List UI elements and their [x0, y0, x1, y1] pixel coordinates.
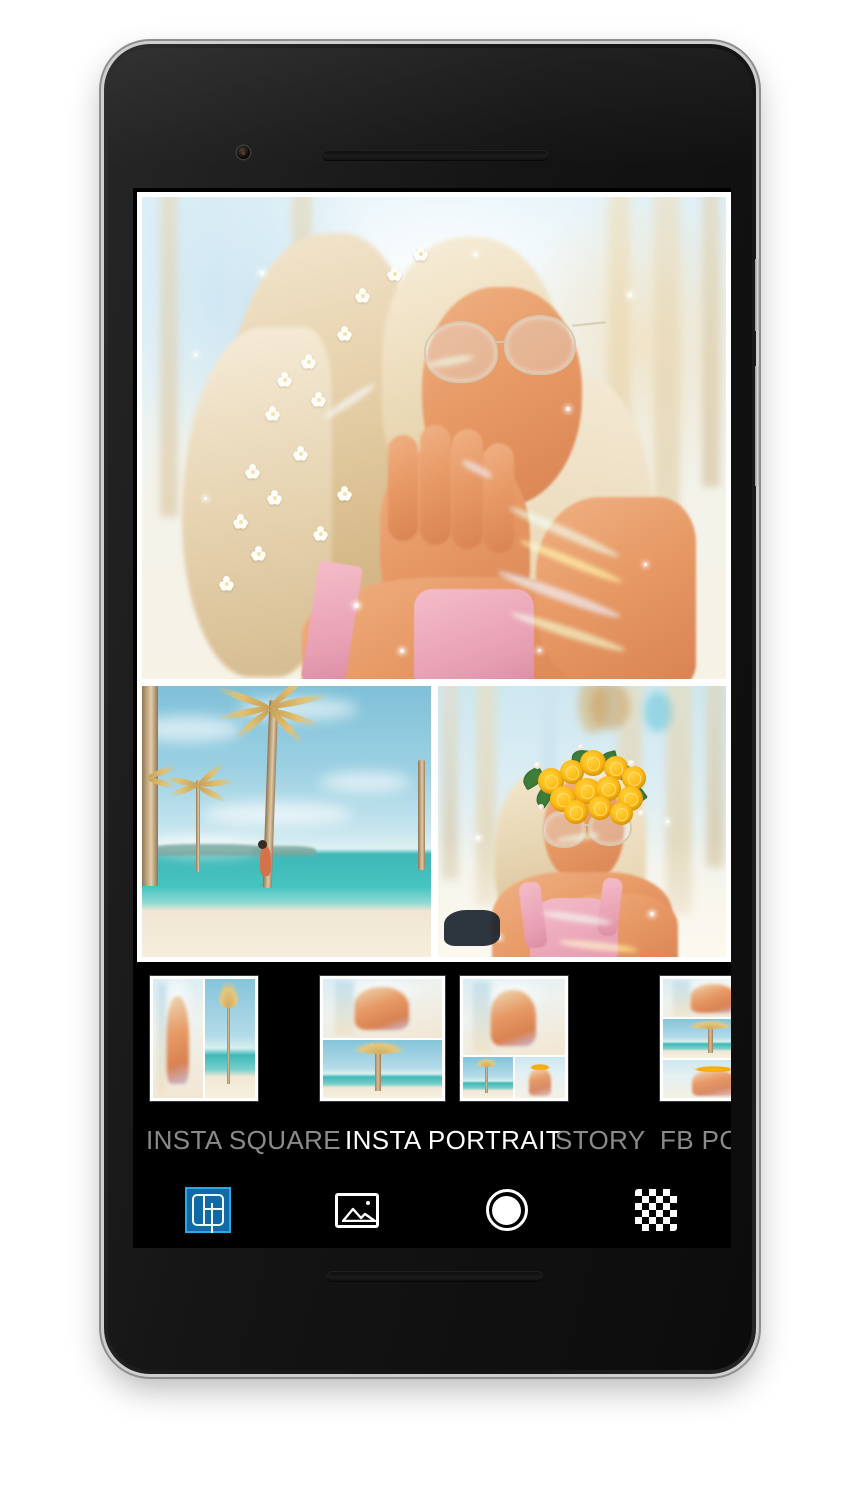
checker-square	[656, 1210, 664, 1217]
thumb-layout-preview	[463, 979, 565, 1098]
image-frame-icon[interactable]	[333, 1186, 381, 1234]
collage-bottom-row	[142, 686, 726, 957]
thumb-cell	[153, 979, 203, 1098]
checker-square	[656, 1224, 664, 1231]
app-screen: INSTA SQUARE INSTA PORTRAIT STORY FB POS…	[133, 188, 731, 1248]
layout-grid-icon[interactable]	[184, 1186, 232, 1234]
phone-device: INSTA SQUARE INSTA PORTRAIT STORY FB POS…	[104, 44, 760, 1374]
collage-cell-bottom-right[interactable]	[437, 686, 726, 957]
checker-square	[670, 1203, 678, 1210]
earpiece-speaker-icon	[322, 150, 548, 161]
volume-button[interactable]	[755, 366, 760, 486]
checker-square	[635, 1196, 643, 1203]
thumb-cell	[515, 1057, 565, 1098]
toolbar-label-layout: Layout	[182, 1245, 234, 1248]
checker-square	[670, 1189, 678, 1196]
thumb-cell	[663, 1019, 731, 1058]
checker-square	[656, 1203, 664, 1210]
photo-portrait-girl-glasses-white-flowers	[142, 197, 726, 679]
checkerboard-icon[interactable]	[632, 1186, 680, 1234]
checker-square	[663, 1217, 671, 1224]
checker-square	[642, 1203, 650, 1210]
bottom-toolbar[interactable]: Layout Border	[133, 1178, 731, 1248]
checker-square	[649, 1189, 657, 1196]
checker-square	[635, 1203, 643, 1210]
checker-square	[649, 1217, 657, 1224]
checker-square	[635, 1210, 643, 1217]
toolbar-label-border: Border	[331, 1245, 383, 1248]
collage-canvas[interactable]	[137, 192, 731, 962]
thumb-layout-preview	[153, 979, 255, 1098]
checker-square	[670, 1224, 678, 1231]
checker-square	[649, 1224, 657, 1231]
checker-square	[642, 1217, 650, 1224]
color-circle-icon[interactable]	[483, 1186, 531, 1234]
layout-thumb-two-rows[interactable]	[320, 976, 445, 1101]
checker-square	[649, 1210, 657, 1217]
checker-square	[642, 1196, 650, 1203]
thumb-cell	[663, 979, 731, 1018]
checker-square	[656, 1217, 664, 1224]
checker-square	[663, 1210, 671, 1217]
layout-thumb-insta-square[interactable]	[150, 976, 258, 1101]
layout-name-insta-square[interactable]: INSTA SQUARE	[146, 1112, 341, 1168]
phone-body: INSTA SQUARE INSTA PORTRAIT STORY FB POS…	[108, 48, 752, 1370]
checker-square	[642, 1189, 650, 1196]
checker-square	[635, 1189, 643, 1196]
layout-name-carousel[interactable]: INSTA SQUARE INSTA PORTRAIT STORY FB POS…	[133, 1112, 731, 1168]
checker-square	[649, 1203, 657, 1210]
layout-name-fb-post[interactable]: FB POST	[660, 1112, 731, 1168]
checker-square	[670, 1217, 678, 1224]
checker-square	[656, 1196, 664, 1203]
layout-thumbnail-strip[interactable]	[133, 966, 731, 1111]
layout-name-insta-portrait[interactable]: INSTA PORTRAIT	[345, 1112, 562, 1168]
page-root: INSTA SQUARE INSTA PORTRAIT STORY FB POS…	[0, 0, 860, 1505]
photo-girl-yellow-rose-crown	[437, 686, 726, 957]
thumb-cell	[463, 979, 565, 1056]
checker-square	[649, 1196, 657, 1203]
collage-grid	[142, 197, 726, 957]
thumb-layout-preview	[323, 979, 442, 1098]
toolbar-item-border[interactable]: Border	[283, 1178, 433, 1248]
checker-square	[663, 1203, 671, 1210]
thumb-cell	[205, 979, 255, 1098]
thumb-cell	[323, 1039, 442, 1098]
layout-name-story[interactable]: STORY	[555, 1112, 646, 1168]
toolbar-item-layout[interactable]: Layout	[133, 1178, 283, 1248]
power-button[interactable]	[755, 259, 760, 331]
collage-cell-bottom-left[interactable]	[142, 686, 431, 957]
layout-thumb-fb-post[interactable]	[660, 976, 731, 1101]
photo-beach-palm-trees-ocean	[142, 686, 431, 957]
front-camera-icon	[237, 146, 250, 159]
checker-square	[663, 1224, 671, 1231]
checker-square	[670, 1196, 678, 1203]
thumb-cell	[463, 1057, 513, 1098]
checker-square	[642, 1224, 650, 1231]
thumb-cell	[663, 1059, 731, 1098]
toolbar-item-background[interactable]: Background	[582, 1178, 732, 1248]
mountain-glyph	[342, 1207, 377, 1222]
bottom-speaker-icon	[327, 1271, 543, 1282]
toolbar-label-background: Background	[610, 1245, 703, 1248]
checker-square	[642, 1210, 650, 1217]
collage-cell-top[interactable]	[142, 197, 726, 679]
checker-square	[670, 1210, 678, 1217]
checker-square	[635, 1224, 643, 1231]
checker-square	[635, 1217, 643, 1224]
checker-square	[663, 1189, 671, 1196]
thumb-layout-preview	[663, 979, 731, 1098]
layout-thumb-insta-portrait[interactable]	[460, 976, 568, 1101]
checker-square	[656, 1189, 664, 1196]
thumb-cell	[323, 979, 442, 1038]
toolbar-item-color[interactable]: Color	[432, 1178, 582, 1248]
toolbar-label-color: Color	[486, 1245, 528, 1248]
checker-square	[663, 1196, 671, 1203]
